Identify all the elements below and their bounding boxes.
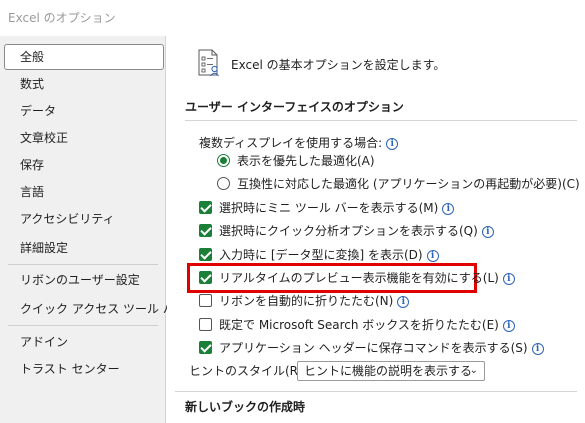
radio-optimize-display[interactable] bbox=[217, 154, 230, 167]
info-icon: i bbox=[502, 320, 515, 332]
checkbox-mini-toolbar-label[interactable]: 選択時にミニ ツール バーを表示する(M) bbox=[219, 201, 438, 215]
checkbox-app-header[interactable] bbox=[199, 341, 212, 354]
info-icon: i bbox=[426, 250, 439, 262]
checkbox-mini-toolbar[interactable] bbox=[199, 201, 212, 214]
checkbox-collapse-search[interactable] bbox=[199, 318, 212, 331]
radio-optimize-compat[interactable] bbox=[217, 177, 230, 190]
checkbox-collapse-search-label[interactable]: 既定で Microsoft Search ボックスを折りたたむ(E) bbox=[219, 318, 499, 332]
checkbox-app-header-label[interactable]: アプリケーション ヘッダーに保存コマンドを表示する(S) bbox=[219, 341, 528, 355]
sidebar-item-proofing[interactable]: 文章校正 bbox=[4, 125, 164, 151]
checkbox-collapse-ribbon-row: リボンを自動的に折りたたむ(N) i bbox=[219, 291, 410, 311]
options-content: Excel の基本オプションを設定します。 ユーザー インターフェイスのオプショ… bbox=[167, 36, 585, 423]
window-title: Excel のオプション bbox=[8, 11, 116, 25]
sidebar-item-formulas[interactable]: 数式 bbox=[4, 71, 164, 97]
sidebar-item-trust-center[interactable]: トラスト センター bbox=[4, 356, 164, 382]
section-divider bbox=[185, 120, 577, 121]
radio-optimize-compat-label[interactable]: 互換性に対応した最適化 (アプリケーションの再起動が必要)(C) bbox=[237, 174, 580, 194]
sidebar-item-customize-ribbon[interactable]: リボンのユーザー設定 bbox=[4, 267, 164, 293]
sidebar: 全般 数式 データ 文章校正 保存 言語 アクセシビリティ 詳細設定 リボンのユ… bbox=[0, 36, 187, 423]
chevron-down-icon: ⌄ bbox=[469, 365, 478, 376]
checkbox-quick-analysis-label[interactable]: 選択時にクイック分析オプションを表示する(Q) bbox=[219, 224, 478, 238]
tooltip-style-label: ヒントのスタイル(R): bbox=[189, 364, 307, 378]
checkbox-live-preview-row: リアルタイムのプレビュー表示機能を有効にする(L) i bbox=[219, 268, 515, 288]
radio-optimize-display-label[interactable]: 表示を優先した最適化(A) bbox=[237, 151, 375, 171]
sidebar-item-addins[interactable]: アドイン bbox=[4, 329, 164, 355]
sidebar-item-save[interactable]: 保存 bbox=[4, 152, 164, 178]
checkbox-collapse-search-row: 既定で Microsoft Search ボックスを折りたたむ(E) i bbox=[219, 315, 515, 335]
info-icon: i bbox=[481, 226, 494, 238]
tooltip-style-select[interactable]: ヒントに機能の説明を表示する ⌄ bbox=[297, 361, 485, 381]
multi-display-label-text: 複数ディスプレイを使用する場合: bbox=[199, 136, 383, 150]
checkbox-data-type-label[interactable]: 入力時に [データ型に変換] を表示(D) bbox=[219, 248, 423, 262]
sidebar-divider bbox=[8, 264, 158, 265]
sidebar-item-advanced[interactable]: 詳細設定 bbox=[4, 235, 164, 261]
sidebar-item-quick-access-toolbar[interactable]: クイック アクセス ツール バー bbox=[4, 296, 187, 322]
checkbox-quick-analysis-row: 選択時にクイック分析オプションを表示する(Q) i bbox=[219, 221, 494, 241]
info-icon: i bbox=[386, 138, 399, 150]
checkbox-data-type[interactable] bbox=[199, 248, 212, 261]
section-divider bbox=[175, 391, 577, 392]
sidebar-item-general[interactable]: 全般 bbox=[4, 44, 164, 70]
info-icon: i bbox=[502, 273, 515, 285]
sidebar-item-accessibility[interactable]: アクセシビリティ bbox=[4, 206, 164, 232]
checkbox-app-header-row: アプリケーション ヘッダーに保存コマンドを表示する(S) i bbox=[219, 338, 544, 358]
info-icon: i bbox=[442, 203, 455, 215]
checkbox-quick-analysis[interactable] bbox=[199, 224, 212, 237]
options-document-icon bbox=[198, 49, 219, 77]
section-title-new-workbook: 新しいブックの作成時 bbox=[185, 400, 306, 414]
sidebar-item-data[interactable]: データ bbox=[4, 98, 164, 124]
info-icon: i bbox=[397, 296, 410, 308]
checkbox-data-type-row: 入力時に [データ型に変換] を表示(D) i bbox=[219, 245, 439, 265]
tooltip-style-value: ヒントに機能の説明を表示する bbox=[304, 364, 473, 378]
checkbox-live-preview-label[interactable]: リアルタイムのプレビュー表示機能を有効にする(L) bbox=[219, 271, 499, 285]
multi-display-label: 複数ディスプレイを使用する場合: i bbox=[199, 133, 399, 153]
sidebar-divider bbox=[8, 325, 158, 326]
checkbox-mini-toolbar-row: 選択時にミニ ツール バーを表示する(M) i bbox=[219, 198, 455, 218]
checkbox-collapse-ribbon[interactable] bbox=[199, 294, 212, 307]
window-titlebar: Excel のオプション bbox=[0, 0, 585, 36]
info-icon: i bbox=[531, 343, 544, 355]
page-header: Excel の基本オプションを設定します。 bbox=[231, 58, 446, 72]
checkbox-collapse-ribbon-label[interactable]: リボンを自動的に折りたたむ(N) bbox=[219, 294, 393, 308]
checkbox-live-preview[interactable] bbox=[199, 271, 212, 284]
section-title-ui-options: ユーザー インターフェイスのオプション bbox=[185, 100, 404, 114]
sidebar-item-language[interactable]: 言語 bbox=[4, 179, 164, 205]
